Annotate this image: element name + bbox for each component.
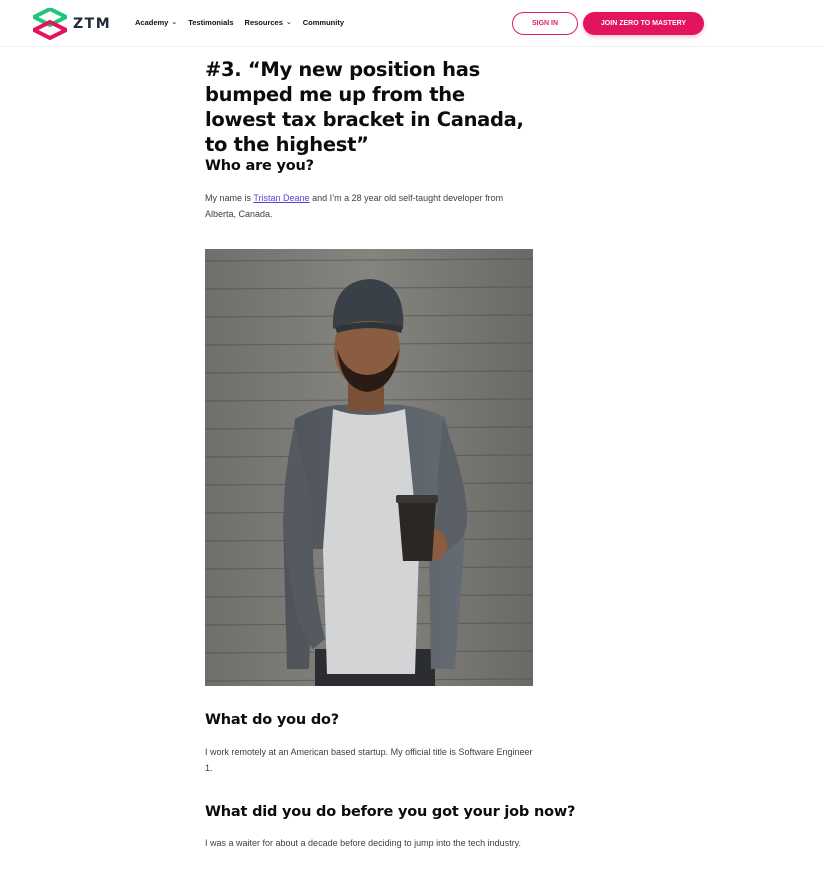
profile-photo-image [205, 249, 533, 686]
ztm-logo[interactable]: ZTM [33, 8, 111, 40]
article-title: #3. “My new position has bumped me up fr… [205, 58, 524, 156]
section-heading-what: What do you do? [205, 712, 340, 728]
section-heading-who: Who are you? [205, 158, 314, 174]
ztm-logo-icon [33, 8, 67, 40]
nav-academy-label: Academy [135, 18, 169, 27]
chevron-down-icon: ⌄ [285, 18, 292, 26]
section-text-before: I was a waiter for about a decade before… [205, 838, 522, 848]
join-zero-to-mastery-button[interactable]: JOIN ZERO TO MASTERY [583, 12, 704, 35]
nav-community-label: Community [302, 18, 345, 27]
chevron-down-icon: ⌄ [171, 18, 178, 26]
article-title-block: #3. “My new position has bumped me up fr… [205, 57, 535, 157]
logo-text: ZTM [73, 16, 112, 32]
nav-resources-label: Resources [244, 18, 283, 27]
site-header: ZTM Academy ⌄ Testimonials Resources ⌄ C… [0, 0, 823, 47]
sign-in-button[interactable]: SIGN IN [512, 12, 578, 35]
tristan-deane-link[interactable]: Tristan Deane [253, 193, 309, 203]
main-nav: Academy ⌄ Testimonials Resources ⌄ Commu… [135, 18, 344, 27]
section-text-what: I work remotely at an American based sta… [205, 747, 533, 773]
section-text-who: My name is Tristan Deane and I’m a 28 ye… [205, 190, 535, 222]
section-heading-before: What did you do before you got your job … [205, 804, 576, 820]
who-text-before-link: My name is [205, 193, 254, 203]
nav-testimonials-label: Testimonials [188, 18, 234, 27]
nav-resources[interactable]: Resources ⌄ [245, 18, 292, 27]
profile-photo [205, 249, 533, 686]
nav-community[interactable]: Community [303, 18, 344, 27]
nav-testimonials[interactable]: Testimonials [188, 18, 233, 27]
nav-academy[interactable]: Academy ⌄ [135, 18, 177, 27]
